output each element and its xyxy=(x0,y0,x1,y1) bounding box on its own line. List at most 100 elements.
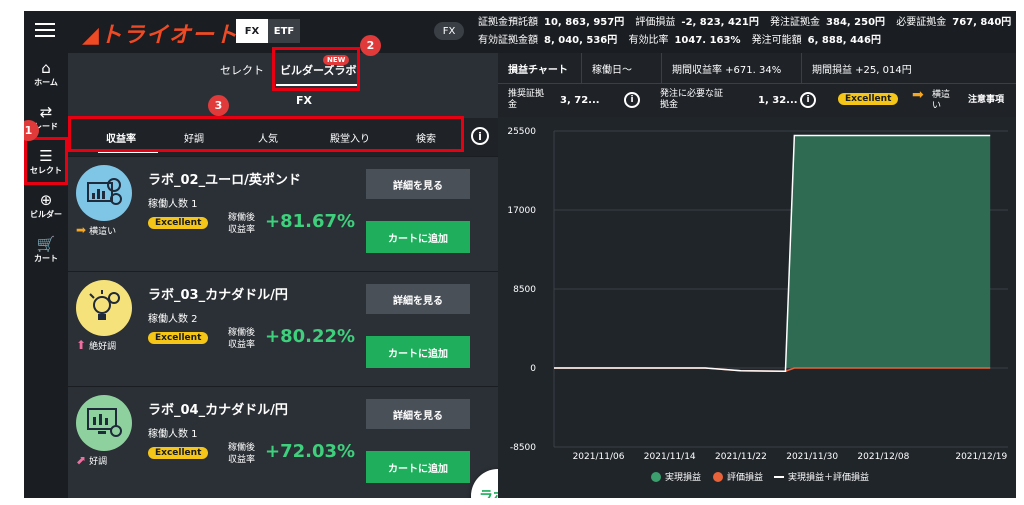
chart-gears-icon xyxy=(76,165,132,221)
sidebar-item-label: ホーム xyxy=(34,78,58,87)
tab-select[interactable]: セレクト xyxy=(220,62,264,78)
cart-icon: 🛒 xyxy=(36,235,56,253)
lab-card: ⬈ 好調 ラボ_04_カナダドル/円 稼働人数 1 Excellent 稼働後 収益… xyxy=(68,386,498,498)
legend-valuation-label: 評価損益 xyxy=(727,471,763,483)
market-pill[interactable]: FX xyxy=(434,22,464,40)
tab-fx[interactable]: FX xyxy=(296,94,312,107)
arrow-right-icon: ➡ xyxy=(76,223,87,237)
app-window: ◢トライオート FX ETF FX 証拠金預託額 10, 863, 957円 評価… xyxy=(24,11,1016,498)
legend-realized-label: 実現損益 xyxy=(665,471,701,483)
sidebar-item-label: ビルダー xyxy=(30,210,62,219)
rate-label: 稼働後 収益率 xyxy=(228,213,256,235)
add-to-cart-button[interactable]: カートに追加 xyxy=(366,451,470,483)
y-tick-label: 8500 xyxy=(513,285,536,295)
sidebar-item-label: カート xyxy=(34,254,58,263)
info-icon[interactable]: i xyxy=(800,92,816,108)
chart-tabs: 損益チャート 稼働日〜 期間収益率 +671. 34% 期間損益 +25, 01… xyxy=(498,53,1016,83)
plus-circle-icon: ⊕ xyxy=(39,191,53,209)
highlight-box xyxy=(24,137,68,185)
stat-label: 発注可能額 xyxy=(751,35,802,46)
info-icon[interactable]: i xyxy=(624,92,640,108)
stat-label: 評価損益 xyxy=(635,17,676,28)
sidebar-item-cart[interactable]: 🛒 カート xyxy=(24,235,68,273)
segment-fx[interactable]: FX xyxy=(236,19,268,43)
logo: ◢トライオート xyxy=(82,23,238,48)
sidebar-item-home[interactable]: ⌂ ホーム xyxy=(24,59,68,97)
arrow-upright-icon: ⬈ xyxy=(76,453,87,467)
recommended-margin-label: 推奨証拠金 xyxy=(508,89,545,110)
grade-badge: Excellent xyxy=(148,332,209,344)
top-bar: ◢トライオート FX ETF FX 証拠金預託額 10, 863, 957円 評価… xyxy=(24,11,1016,53)
stat-value: 1047. 163% xyxy=(674,35,741,46)
x-tick-label: 2021/11/14 xyxy=(644,452,696,462)
add-to-cart-button[interactable]: カートに追加 xyxy=(366,221,470,253)
trend-indicator: ⬈ 好調 xyxy=(76,453,108,467)
y-tick-label: 0 xyxy=(530,364,536,374)
period-pl: 期間損益 +25, 014円 xyxy=(812,64,912,76)
lab-card: ➡ 横這い ラボ_02_ユーロ/英ポンド 稼働人数 1 Excellent 稼働後… xyxy=(68,156,498,270)
stat-label: 発注証拠金 xyxy=(770,17,821,28)
sidebar-item-builder[interactable]: ⊕ ビルダー xyxy=(24,191,68,229)
add-to-cart-button[interactable]: カートに追加 xyxy=(366,336,470,368)
stat-value: 8, 040, 536円 xyxy=(544,35,618,46)
notice-link[interactable]: 注意事項 xyxy=(968,95,1004,106)
lab-card: ⬆ 絶好調 ラボ_03_カナダドル/円 稼働人数 2 Excellent 稼働後収… xyxy=(68,271,498,385)
return-rate: +81.67% xyxy=(265,211,356,232)
market-segment-toggle: FX ETF xyxy=(236,19,300,43)
rate-label: 稼働後 収益率 xyxy=(228,328,256,350)
required-margin-label: 発注に必要な証 拠金 xyxy=(660,89,724,110)
series-realized-area xyxy=(554,135,991,368)
margin-info-row: 推奨証拠金 3, 72... i 発注に必要な証 拠金 1, 32... i Ex… xyxy=(498,83,1016,117)
grade-badge: Excellent xyxy=(838,93,899,105)
trade-arrows-icon: ⇄ xyxy=(39,103,53,121)
trend-label: 横這い xyxy=(932,90,951,111)
tab-since-start[interactable]: 稼働日〜 xyxy=(582,53,662,83)
trend-indicator: ⬆ 絶好調 xyxy=(76,338,117,352)
lab-name: ラボ_04_カナダドル/円 xyxy=(148,403,288,418)
callout-badge: 2 xyxy=(360,35,381,56)
trend-indicator: ➡ 横這い xyxy=(76,223,117,237)
stat-label: 有効証拠金額 xyxy=(478,35,538,46)
active-users-count: 稼働人数 1 xyxy=(148,199,198,210)
stat-value: -2, 823, 421円 xyxy=(681,17,759,28)
segment-etf[interactable]: ETF xyxy=(268,19,300,43)
view-details-button[interactable]: 詳細を見る xyxy=(366,169,470,199)
return-rate: +72.03% xyxy=(265,441,356,462)
legend-total-label: 実現損益＋評価損益 xyxy=(788,471,869,483)
y-tick-label: 17000 xyxy=(507,206,536,216)
hamburger-menu-icon[interactable] xyxy=(32,19,58,45)
y-tick-label: -8500 xyxy=(510,443,536,453)
stat-label: 証拠金預託額 xyxy=(478,17,538,28)
monitor-chart-icon xyxy=(76,395,132,451)
stat-label: 有効比率 xyxy=(628,35,669,46)
active-users-count: 稼働人数 2 xyxy=(148,314,198,325)
account-stats: 証拠金預託額 10, 863, 957円 評価損益 -2, 823, 421円 発注… xyxy=(478,14,1014,50)
stat-label: 必要証拠金 xyxy=(896,17,947,28)
highlight-box xyxy=(68,116,464,152)
y-tick-label: 25500 xyxy=(507,127,536,137)
active-users-count: 稼働人数 1 xyxy=(148,429,198,440)
stat-value: 384, 250円 xyxy=(826,17,886,28)
pl-chart: 25500 17000 8500 0 -8500 2021/11/06 2021/11/1… xyxy=(498,117,1016,498)
home-icon: ⌂ xyxy=(41,59,51,77)
info-icon[interactable]: i xyxy=(471,127,489,145)
lab-name: ラボ_03_カナダドル/円 xyxy=(148,288,288,303)
stat-value: 767, 840円 xyxy=(952,17,1012,28)
tab-pl-chart[interactable]: 損益チャート xyxy=(498,53,582,83)
arrow-right-icon: ➡ xyxy=(912,87,924,103)
legend-realized-swatch xyxy=(651,472,661,482)
period-return-rate: 期間収益率 +671. 34% xyxy=(662,53,802,83)
highlight-box xyxy=(272,47,360,91)
x-tick-label: 2021/11/22 xyxy=(715,452,767,462)
chart-panel: 損益チャート 稼働日〜 期間収益率 +671. 34% 期間損益 +25, 01… xyxy=(498,53,1016,498)
arrow-up-icon: ⬆ xyxy=(76,338,87,352)
view-details-button[interactable]: 詳細を見る xyxy=(366,284,470,314)
view-details-button[interactable]: 詳細を見る xyxy=(366,399,470,429)
return-rate: +80.22% xyxy=(265,326,356,347)
lightbulb-gears-icon xyxy=(76,280,132,336)
x-tick-label: 2021/12/08 xyxy=(857,452,909,462)
required-margin-value: 1, 32... xyxy=(758,95,798,106)
rate-label: 稼働後 収益率 xyxy=(228,443,256,465)
grade-badge: Excellent xyxy=(148,217,209,229)
x-tick-label: 2021/11/30 xyxy=(786,452,838,462)
